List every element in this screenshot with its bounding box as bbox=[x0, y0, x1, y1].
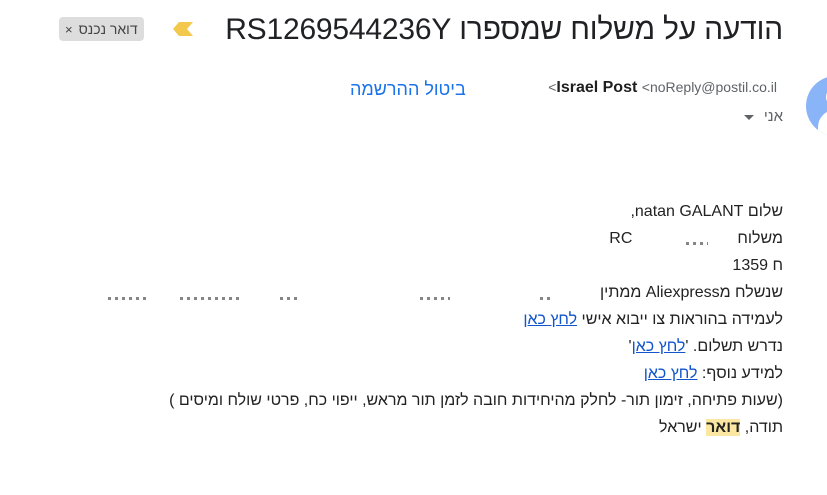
branch-line: ח 1359 bbox=[732, 257, 783, 274]
recipient-details-toggle[interactable]: אני bbox=[743, 108, 783, 125]
more-info-text: למידע נוסף: bbox=[697, 365, 783, 382]
redaction-residue bbox=[420, 297, 450, 300]
inbox-label-chip: דואר נכנס × bbox=[59, 17, 144, 41]
customs-line: לעמידה בהוראות צו ייבוא אישי לחץ כאן bbox=[523, 311, 783, 329]
email-subject: הודעה על משלוח שמספרו RS1269544236Y bbox=[225, 13, 783, 46]
sender-row: Israel Post <noReply@postil.co.il> bbox=[548, 79, 783, 97]
more-info-line: למידע נוסף: לחץ כאן bbox=[644, 365, 783, 383]
inbox-label-text: דואר נכנס bbox=[78, 21, 138, 37]
redaction-residue bbox=[180, 297, 240, 300]
payment-text: נדרש תשלום. ' bbox=[685, 338, 783, 355]
avatar-body-icon bbox=[818, 110, 827, 136]
redaction-residue bbox=[280, 297, 300, 300]
search-highlight: דואר bbox=[706, 419, 741, 436]
redaction-residue bbox=[108, 297, 148, 300]
recipient-label: אני bbox=[763, 108, 783, 125]
payment-click-here-link[interactable]: לחץ כאן bbox=[632, 338, 686, 355]
customs-click-here-link[interactable]: לחץ כאן bbox=[523, 311, 577, 328]
caret-down-icon bbox=[743, 115, 754, 120]
signature-suffix: ישראל bbox=[659, 419, 707, 436]
signature-line: תודה, דואר ישראל bbox=[659, 419, 783, 437]
unsubscribe-link[interactable]: ביטול ההרשמה bbox=[350, 79, 466, 100]
shipment-prefix: משלוח bbox=[737, 230, 783, 247]
shipment-code: RC bbox=[609, 230, 633, 247]
more-info-click-here-link[interactable]: לחץ כאן bbox=[644, 365, 698, 382]
shipment-line: משלוח RC bbox=[609, 230, 783, 248]
sender-name: Israel Post bbox=[556, 79, 638, 96]
payment-line: נדרש תשלום. 'לחץ כאן' bbox=[629, 338, 783, 356]
redaction-residue bbox=[686, 242, 708, 245]
remove-label-icon[interactable]: × bbox=[65, 22, 73, 37]
sender-avatar bbox=[806, 76, 827, 136]
redaction-residue bbox=[540, 297, 554, 300]
info-details-line: (שעות פתיחה, זימון תור- לחלק מהיחידות חו… bbox=[169, 392, 783, 409]
signature-prefix: תודה, bbox=[740, 419, 783, 436]
customs-text: לעמידה בהוראות צו ייבוא אישי bbox=[577, 311, 783, 328]
greeting-line: שלום natan GALANT, bbox=[630, 203, 783, 220]
important-marker-icon[interactable] bbox=[172, 20, 194, 38]
aliexpress-line: שנשלח מAliexpress ממתין bbox=[600, 284, 783, 301]
